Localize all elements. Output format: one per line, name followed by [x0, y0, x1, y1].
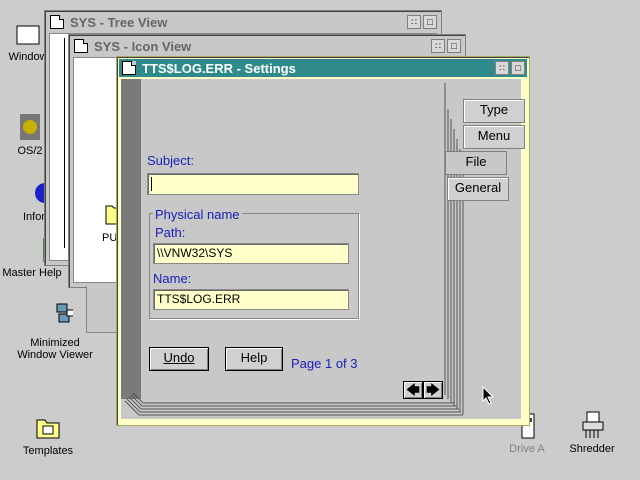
window-viewer-icon [56, 303, 76, 323]
undo-button[interactable]: Undo [149, 347, 209, 371]
window-title: SYS - Icon View [94, 38, 192, 54]
minimize-button[interactable]: ∷ [407, 15, 421, 29]
tab-label: Type [479, 102, 509, 117]
page-indicator: Page 1 of 3 [291, 356, 358, 371]
tab-label: File [465, 154, 487, 169]
tab-menu[interactable]: Menu [463, 125, 525, 149]
icon-view-titlebar[interactable]: SYS - Icon View ∷ □ [71, 37, 463, 55]
desktop-icon-label: Shredder [569, 443, 615, 455]
name-label: Name: [153, 271, 192, 286]
os2-icon [20, 114, 40, 140]
tab-label: Menu [477, 128, 511, 143]
path-field[interactable]: \\VNW32\SYS [153, 243, 349, 264]
undo-button-label: Undo [163, 350, 195, 365]
tab-type[interactable]: Type [463, 99, 525, 123]
tab-file[interactable]: File [445, 151, 507, 175]
maximize-button[interactable]: □ [511, 61, 525, 75]
path-label: Path: [155, 225, 186, 240]
window-title: SYS - Tree View [70, 14, 168, 30]
shredder-icon [582, 411, 604, 438]
desktop-icon-templates[interactable]: Templates [18, 414, 78, 457]
maximize-button[interactable]: □ [423, 15, 437, 29]
desktop-icon-label-line2: Window Viewer [17, 349, 93, 361]
physical-name-group-label: Physical name [153, 207, 242, 222]
help-button[interactable]: Help [225, 347, 283, 371]
templates-folder-icon [36, 419, 60, 439]
desktop-icon-shredder[interactable]: Shredder [564, 410, 620, 455]
system-menu-icon[interactable] [122, 61, 136, 75]
folder-icon [16, 25, 40, 45]
background-window-edge [86, 286, 120, 333]
tab-general[interactable]: General [447, 177, 509, 201]
next-page-button[interactable]: 🡆 [423, 381, 443, 399]
desktop-icon-label: Minimized [30, 337, 80, 349]
text-cursor [151, 177, 152, 191]
subject-label: Subject: [147, 153, 194, 168]
book-icon [43, 238, 51, 262]
name-field[interactable]: TTS$LOG.ERR [153, 289, 349, 310]
desktop-icon-label: Templates [22, 445, 74, 457]
subject-input[interactable] [147, 173, 359, 195]
system-menu-icon[interactable] [50, 15, 64, 29]
maximize-button[interactable]: □ [447, 39, 461, 53]
tree-view-titlebar[interactable]: SYS - Tree View ∷ □ [47, 13, 439, 31]
settings-titlebar[interactable]: TTS$LOG.ERR - Settings ∷ □ [119, 59, 527, 77]
tab-label: General [454, 180, 502, 195]
minimize-button[interactable]: ∷ [495, 61, 509, 75]
desktop-icon-label: Master Help [2, 267, 62, 279]
settings-window[interactable]: TTS$LOG.ERR - Settings ∷ □ Subject: Phys… [116, 56, 530, 426]
tree-line [64, 38, 65, 248]
help-button-label: Help [240, 350, 268, 365]
minimize-button[interactable]: ∷ [431, 39, 445, 53]
previous-page-button[interactable]: 🡄 [403, 381, 423, 399]
folder-label: PU [102, 232, 118, 244]
desktop-icon-label: Drive A [509, 443, 545, 455]
window-title: TTS$LOG.ERR - Settings [142, 60, 296, 76]
system-menu-icon[interactable] [74, 39, 88, 53]
mouse-pointer-icon [482, 386, 495, 405]
